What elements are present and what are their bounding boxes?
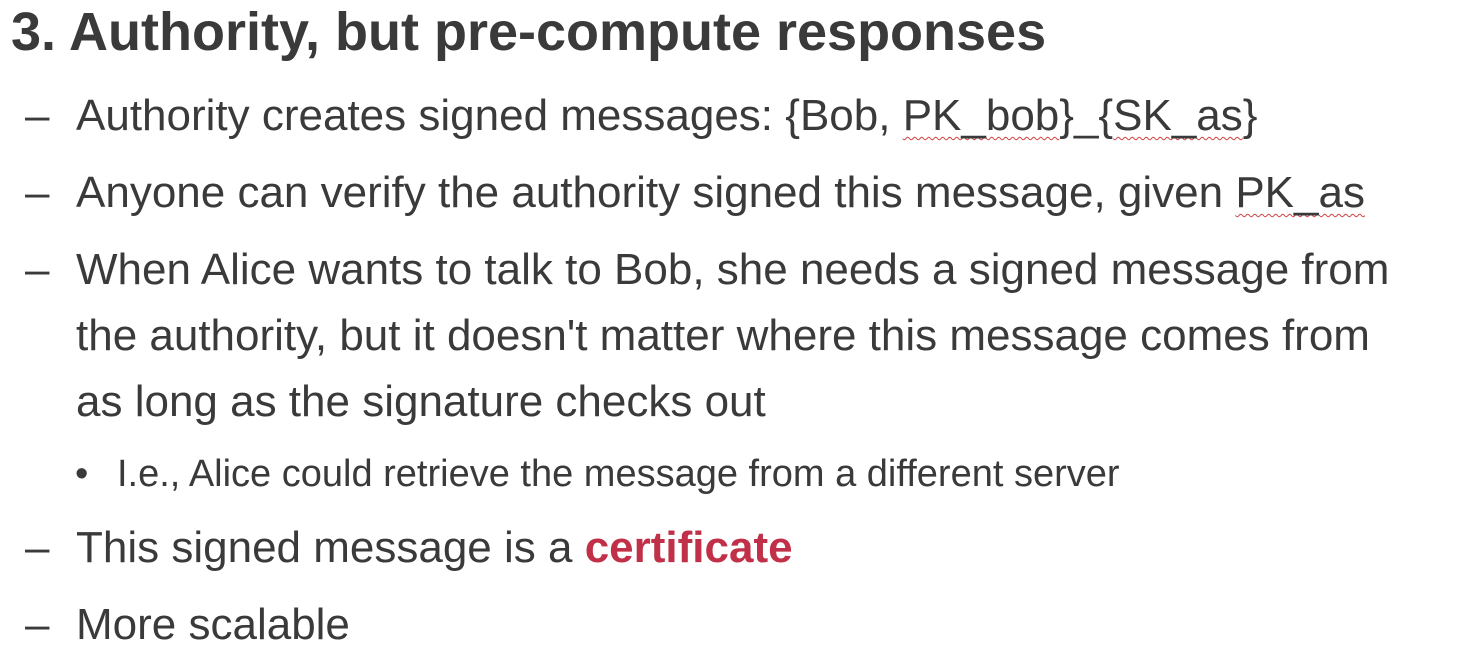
bullet-text: This signed message is a certificate bbox=[76, 515, 1476, 581]
bullet-text: Authority creates signed messages: {Bob,… bbox=[76, 83, 1476, 149]
bullet-text-prefix: Authority creates signed messages: {Bob, bbox=[76, 91, 903, 140]
certificate-emphasis: certificate bbox=[584, 523, 793, 572]
dash-marker: – bbox=[25, 523, 50, 572]
bullet-text-suffix: } bbox=[1242, 91, 1258, 140]
slide-title: 3. Authority, but pre-compute responses bbox=[11, 2, 1047, 62]
bullet-text-mid: }_{ bbox=[1059, 91, 1114, 140]
dash-marker: – bbox=[25, 168, 50, 217]
bullet-text-line-3: as long as the signature checks out bbox=[76, 377, 766, 426]
dash-marker: – bbox=[25, 245, 50, 294]
sub-bullet-text: I.e., Alice could retrieve the message f… bbox=[117, 453, 1120, 495]
spellcheck-flagged-word: SK_as bbox=[1113, 91, 1243, 140]
bullet-text-line-2: the authority, but it doesn't matter whe… bbox=[76, 311, 1370, 360]
spellcheck-flagged-word: PK_bob bbox=[902, 91, 1060, 140]
bullet-text: Anyone can verify the authority signed t… bbox=[76, 160, 1476, 226]
bullet-text-prefix: Anyone can verify the authority signed t… bbox=[76, 168, 1236, 217]
dash-marker: – bbox=[25, 600, 50, 649]
spellcheck-flagged-word: PK_as bbox=[1235, 168, 1365, 217]
dash-marker: – bbox=[25, 91, 50, 140]
bullet-text-line-1: When Alice wants to talk to Bob, she nee… bbox=[76, 245, 1390, 294]
bullet-text: More scalable bbox=[76, 600, 350, 649]
slide: 3. Authority, but pre-compute responses … bbox=[0, 0, 1481, 660]
bullet-dot: • bbox=[75, 453, 89, 495]
bullet-text-prefix: This signed message is a bbox=[76, 523, 585, 572]
